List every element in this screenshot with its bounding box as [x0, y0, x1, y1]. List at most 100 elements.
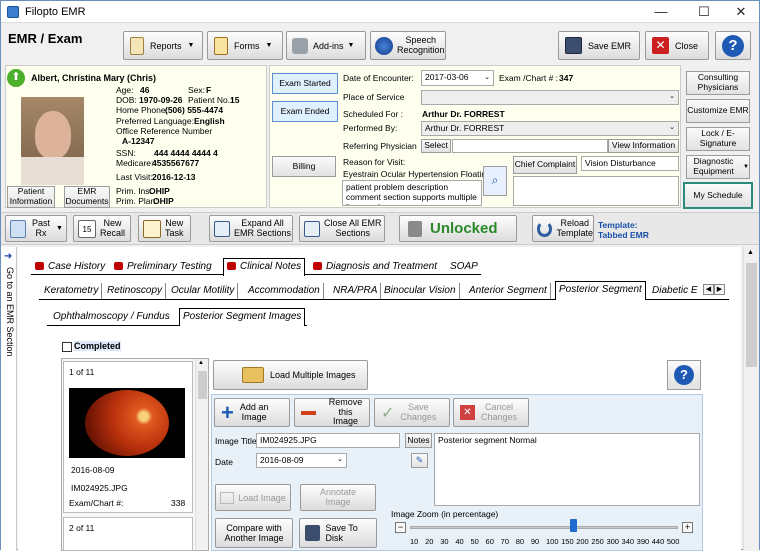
tab-scroll-right-button[interactable]: ▶ — [714, 284, 725, 295]
language-value: English — [194, 116, 225, 126]
save-to-disk-button[interactable]: Save To Disk — [299, 518, 377, 548]
select-physician-button[interactable]: Select — [421, 139, 451, 153]
zoom-ticks: 10 20 30 40 50 60 70 80 90 100 150 200 250 300 340 390 4… — [410, 537, 682, 549]
past-rx-button[interactable]: Past Rx ▼ — [5, 215, 67, 242]
zoom-tick-label: 80 — [515, 537, 525, 546]
subsubtab-ophthalmoscopy[interactable]: Ophthalmoscopy / Fundus — [53, 311, 170, 322]
image-title-value: IM024925.JPG — [260, 435, 317, 445]
maximize-button[interactable]: ☐ — [684, 1, 724, 23]
add-image-button[interactable]: + Add an Image — [214, 398, 290, 427]
unlocked-button[interactable]: Unlocked — [399, 215, 517, 242]
last-visit-value: 2016-12-13 — [152, 172, 196, 182]
thumbnail-scrollbar[interactable]: ▲ — [195, 359, 208, 549]
reports-button[interactable]: Reports ▼ — [123, 31, 203, 60]
emr-documents-button[interactable]: EMR Documents — [64, 186, 110, 208]
go-up-icon[interactable]: ⬆ — [7, 69, 25, 87]
help-icon: ? — [674, 365, 694, 385]
subtab-binocular-vision[interactable]: Binocular Vision — [381, 283, 460, 299]
compare-image-button[interactable]: Compare with Another Image — [215, 518, 293, 548]
exam-started-button[interactable]: Exam Started — [272, 73, 338, 94]
my-schedule-button[interactable]: My Schedule — [683, 182, 753, 209]
load-image-label: Load Image — [238, 492, 286, 503]
patient-information-button[interactable]: Patient Information — [7, 186, 55, 208]
load-multiple-label: Load Multiple Images — [270, 370, 356, 380]
zoom-slider-thumb[interactable] — [570, 519, 577, 532]
subsubtab-posterior-images[interactable]: Posterior Segment Images — [179, 308, 306, 326]
annotate-image-button[interactable]: Annotate Image — [300, 484, 376, 511]
subtab-diabetic[interactable]: Diabetic E — [649, 283, 701, 299]
chief-complaint-notes[interactable] — [513, 176, 679, 206]
tab-soap[interactable]: SOAP — [450, 261, 478, 272]
image-title-field[interactable]: IM024925.JPG — [256, 433, 400, 448]
image-date-field[interactable]: 2016-08-09 ⌄ — [256, 453, 347, 468]
sex-label: Sex: — [188, 85, 206, 95]
remove-image-button[interactable]: Remove this Image — [294, 397, 370, 427]
chief-complaint-field[interactable]: Vision Disturbance — [581, 156, 679, 171]
notes-textarea[interactable]: Posterior segment Normal — [434, 433, 700, 506]
vertical-scrollbar[interactable]: ▲ — [743, 247, 759, 551]
problem-description-textarea[interactable]: patient problem description comment sect… — [342, 180, 482, 206]
tab-clinical-notes[interactable]: Clinical Notes — [223, 258, 306, 276]
load-image-button[interactable]: Load Image — [215, 484, 291, 511]
zoom-slider-track[interactable] — [410, 526, 678, 529]
tab-preliminary-testing[interactable]: Preliminary Testing — [114, 261, 212, 272]
fundus-image[interactable] — [69, 388, 185, 458]
zoom-tick-label: 300 — [606, 537, 619, 546]
tab-case-history[interactable]: Case History — [35, 261, 105, 272]
image-help-button[interactable]: ? — [667, 360, 701, 390]
performed-by-select[interactable]: Arthur Dr. FORREST ⌄ — [421, 121, 679, 136]
section-marker-icon — [35, 262, 44, 270]
subtab-anterior-segment[interactable]: Anterior Segment — [466, 283, 551, 299]
edit-notes-button[interactable]: ✎ — [411, 453, 428, 468]
speech-label-2: Recognition — [397, 44, 445, 55]
diagnostic-equipment-button[interactable]: Diagnostic Equipment ▼ — [686, 155, 750, 179]
lock-esignature-button[interactable]: Lock / E-Signature — [686, 127, 750, 151]
expand-all-button[interactable]: Expand All EMR Sections — [209, 215, 293, 242]
close-all-sections-button[interactable]: Close All EMR Sections — [299, 215, 385, 242]
exam-ended-button[interactable]: Exam Ended — [272, 101, 338, 122]
place-of-service-select[interactable]: ⌄ — [421, 90, 679, 105]
close-window-button[interactable]: ✕ — [721, 1, 761, 23]
section-marker-icon — [313, 262, 322, 270]
age-label: Age: — [116, 85, 134, 95]
view-information-button[interactable]: View Information — [608, 139, 679, 153]
forms-button[interactable]: Forms ▼ — [207, 31, 283, 60]
minimize-button[interactable]: — — [641, 1, 681, 23]
cancel-changes-button[interactable]: ✕ Cancel Changes — [453, 398, 529, 427]
exam-ended-label: Exam Ended — [280, 105, 330, 116]
side-nav[interactable]: ➜ Go to an EMR Section — [1, 247, 17, 551]
subtab-retinoscopy[interactable]: Retinoscopy — [104, 283, 167, 299]
subtab-posterior-segment[interactable]: Posterior Segment — [555, 281, 646, 300]
referring-physician-field[interactable] — [452, 139, 608, 153]
close-x-icon: ✕ — [652, 37, 669, 54]
save-emr-button[interactable]: Save EMR — [558, 31, 640, 60]
thumbnail-chart-value: 338 — [171, 498, 186, 508]
load-multiple-images-button[interactable]: Load Multiple Images — [213, 360, 368, 390]
help-button[interactable]: ? — [715, 31, 751, 60]
completed-checkbox[interactable] — [62, 342, 72, 352]
billing-button[interactable]: Billing — [272, 156, 336, 177]
subtab-ocular-motility[interactable]: Ocular Motility — [168, 283, 239, 299]
consulting-physicians-button[interactable]: Consulting Physicians — [686, 71, 750, 95]
save-changes-button[interactable]: ✓ Save Changes — [374, 398, 450, 427]
zoom-out-button[interactable]: − — [395, 522, 406, 533]
chief-complaint-button[interactable]: Chief Complaint — [513, 156, 577, 174]
tab-scroll-left-button[interactable]: ◀ — [703, 284, 714, 295]
addins-button[interactable]: Add-ins ▼ — [286, 31, 366, 60]
new-recall-label-1: New — [103, 217, 122, 228]
zoom-in-button[interactable]: + — [682, 522, 693, 533]
new-recall-button[interactable]: 15 New Recall — [73, 215, 131, 242]
new-task-button[interactable]: New Task — [138, 215, 191, 242]
reload-template-button[interactable]: Reload Template — [532, 215, 594, 242]
close-emr-button[interactable]: ✕ Close — [645, 31, 709, 60]
subtab-nra-pra[interactable]: NRA/PRA — [330, 283, 382, 299]
notes-button[interactable]: Notes — [405, 433, 432, 448]
search-reason-button[interactable]: ⌕ — [483, 166, 507, 196]
dropdown-arrow-icon: ▼ — [187, 42, 195, 49]
customize-emr-button[interactable]: Customize EMR — [686, 99, 750, 123]
subtab-keratometry[interactable]: Keratometry — [41, 283, 103, 299]
date-of-encounter-field[interactable]: 2017-03-06 ⌄ — [421, 70, 494, 86]
subtab-accommodation[interactable]: Accommodation — [245, 283, 324, 299]
tab-diagnosis-treatment[interactable]: Diagnosis and Treatment — [313, 261, 437, 272]
speech-recognition-button[interactable]: Speech Recognition — [370, 31, 446, 60]
